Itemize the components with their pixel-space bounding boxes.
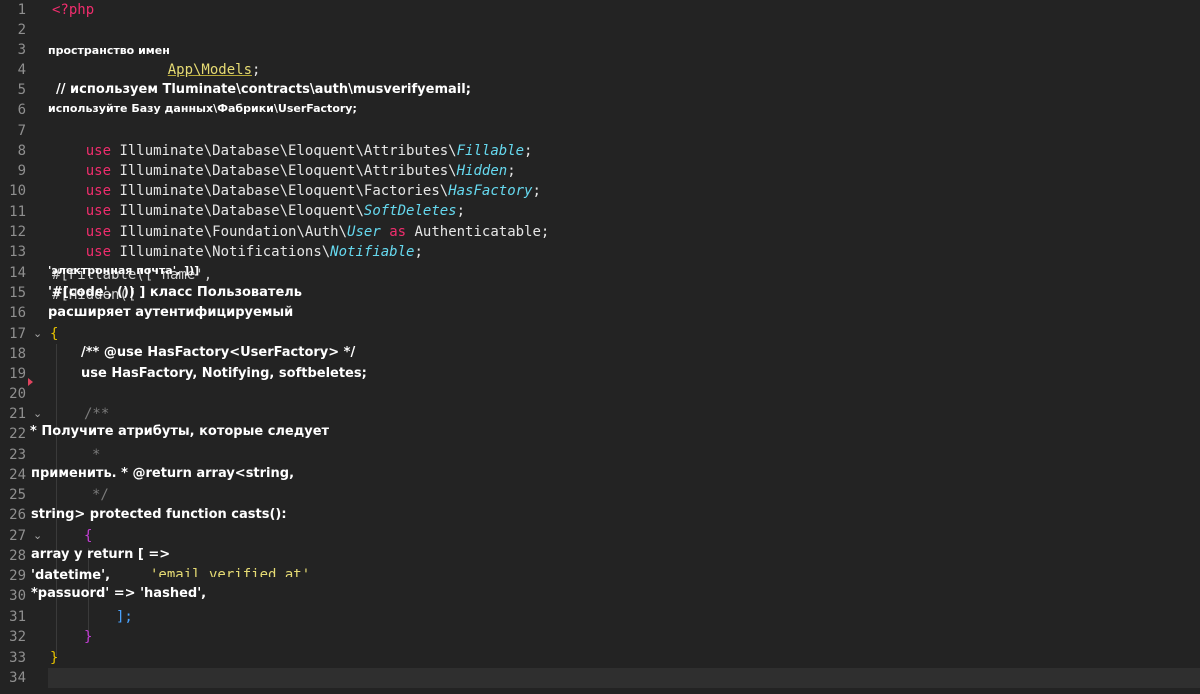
semicolon: ;	[540, 224, 550, 240]
semicolon: ;	[252, 62, 261, 78]
method-open-brace[interactable]: {	[84, 526, 92, 546]
namespace-value: App\Models	[167, 62, 253, 78]
code-line-24-translated[interactable]: применить. * @return array<string,	[31, 464, 294, 484]
line-number: 24	[9, 467, 26, 483]
line-number: 23	[9, 447, 26, 463]
line-number: 25	[9, 487, 26, 503]
doc-comment-end[interactable]: */	[92, 485, 109, 505]
method-close-brace[interactable]: }	[84, 627, 92, 647]
class-close-brace[interactable]: }	[50, 648, 58, 668]
current-line-highlight	[48, 668, 1200, 688]
code-line-30-translated[interactable]: *passuord' => 'hashed',	[31, 584, 206, 604]
line-number: 27	[9, 528, 26, 544]
class-name: Notifiable	[330, 244, 415, 260]
doc-comment-star[interactable]: *	[92, 445, 100, 465]
line-number: 4	[17, 62, 26, 78]
line-number: 17	[9, 326, 26, 342]
line-number: 8	[17, 143, 26, 159]
line-number: 34	[9, 670, 26, 686]
code-line-19-translated[interactable]: use HasFactory, Notifying, softbeletes;	[81, 364, 367, 384]
line-number: 12	[9, 224, 26, 240]
line-number: 7	[17, 123, 26, 139]
line-number: 9	[17, 163, 26, 179]
email-verified-string[interactable]: 'email_verified_at'	[150, 565, 310, 577]
line-number: 29	[9, 568, 26, 584]
line-number: 18	[9, 346, 26, 362]
code-line-16-translated[interactable]: расширяет аутентифицируемый	[48, 303, 293, 323]
code-line-14-translated[interactable]: 'электронная почта', ])]	[48, 261, 199, 281]
line-number: 28	[9, 548, 26, 564]
code-line-15-translated[interactable]: '#[code', ()) ] класс Пользователь	[48, 283, 302, 303]
line-number: 33	[9, 650, 26, 666]
line-number: 14	[9, 265, 26, 281]
semicolon: ;	[414, 244, 423, 260]
code-editor[interactable]: 1 2 3 4 5 6 7 8 9 10 11 12 13 14 15 16 17 18 19 20 21 22 23 24 2…	[0, 0, 1200, 694]
line-number: 6	[17, 102, 26, 118]
class-open-brace[interactable]: {	[50, 324, 58, 344]
line-number: 31	[9, 609, 26, 625]
code-line-22-translated[interactable]: * Получите атрибуты, которые следует	[30, 422, 329, 442]
code-line-26-translated[interactable]: string> protected function casts():	[31, 505, 287, 525]
line-number: 21	[9, 406, 26, 422]
breakpoint-marker-icon[interactable]	[28, 378, 33, 386]
code-line-29-translated[interactable]: 'datetime',	[31, 566, 110, 586]
line-number: 22	[9, 426, 26, 442]
semicolon: ;	[524, 143, 533, 159]
semicolon: ;	[532, 183, 541, 199]
code-line-6-translated[interactable]: используйте Базу данных\Фабрики\UserFact…	[48, 99, 357, 119]
line-number: 32	[9, 629, 26, 645]
line-number: 20	[9, 386, 26, 402]
namespace-path: Illuminate\Notifications\	[119, 244, 331, 260]
indent-guide	[56, 344, 57, 656]
code-line-28-translated[interactable]: array у return [ =>	[31, 545, 170, 565]
fold-arrow-icon[interactable]: ⌄	[33, 404, 42, 424]
fold-arrow-icon[interactable]: ⌄	[33, 526, 42, 546]
line-number: 16	[9, 305, 26, 321]
line-number: 2	[17, 22, 26, 38]
line-number: 1	[17, 2, 26, 18]
doc-comment-start[interactable]: /**	[84, 404, 109, 424]
code-line-18-translated[interactable]: /** @use HasFactory<UserFactory> */	[81, 343, 355, 363]
code-line-5-translated[interactable]: // используем Tluminate\contracts\auth\m…	[56, 80, 471, 100]
fold-arrow-icon[interactable]: ⌄	[33, 324, 42, 344]
line-number: 15	[9, 285, 26, 301]
code-line-1[interactable]: <?php	[52, 0, 94, 20]
line-number: 26	[9, 507, 26, 523]
line-number: 5	[17, 82, 26, 98]
line-number: 11	[9, 204, 26, 220]
array-close-bracket[interactable]: ];	[116, 607, 133, 627]
use-keyword: use	[85, 244, 112, 260]
line-number: 19	[9, 366, 26, 382]
line-number: 13	[9, 244, 26, 260]
line-number: 10	[9, 183, 26, 199]
alias-name: Authenticatable	[414, 224, 541, 240]
line-number: 30	[9, 588, 26, 604]
line-number: 3	[17, 42, 26, 58]
